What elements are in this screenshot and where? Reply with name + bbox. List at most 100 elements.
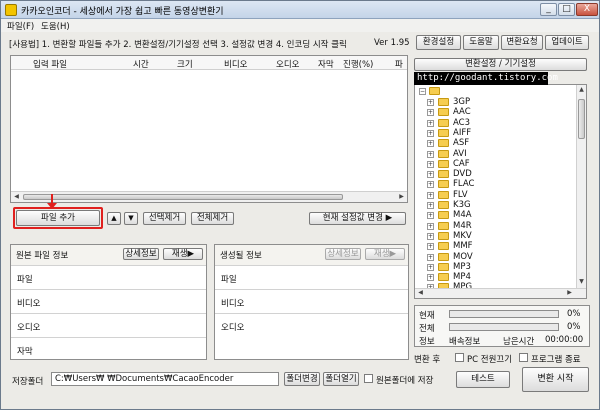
expand-icon[interactable]: + [427,181,434,189]
scroll-down-icon[interactable]: ▼ [577,278,586,286]
source-info-panel: 원본 파일 정보 상세정보 재생▶ 파일 비디오 오디오 자막 [10,244,207,360]
move-down-button[interactable]: ▼ [124,212,138,225]
maximize-button[interactable]: □ [558,3,575,16]
vscroll-thumb[interactable] [578,99,585,139]
folder-icon [438,139,449,148]
column-progress[interactable]: 진행(%) [343,58,373,70]
column-truncated[interactable]: 파 [395,58,403,70]
output-detail-button[interactable]: 상세정보 [325,248,361,260]
format-item-label: MOV [453,251,473,262]
current-progress-bar [449,310,559,318]
scroll-up-icon[interactable]: ▲ [577,86,586,94]
expand-icon[interactable]: + [427,212,434,220]
source-play-button[interactable]: 재생▶ [163,248,203,260]
convert-settings-tab[interactable]: 변환설정 / 기기설정 [414,58,587,71]
file-table-header: 입력 파일 시간 크기 비디오 오디오 자막 진행(%) 파 [11,56,407,70]
format-item-label: M4R [453,220,472,231]
folder-icon [438,201,449,209]
expand-icon[interactable]: + [427,109,434,117]
remove-all-button[interactable]: 전체제거 [191,212,234,225]
expand-icon[interactable]: + [427,243,434,251]
expand-icon[interactable]: + [427,202,434,209]
expand-icon[interactable]: + [427,171,434,179]
expand-icon[interactable]: + [427,253,434,261]
usage-steps-text: [사용법] 1. 변환할 파일들 추가 2. 변환설정/기기설정 선택 3. 설… [9,40,347,50]
column-input-file[interactable]: 입력 파일 [33,58,67,70]
add-file-button[interactable]: 파일 추가 [16,210,100,226]
format-item-label: AVI [453,148,467,159]
minimize-button[interactable]: _ [540,3,557,16]
remove-selected-button[interactable]: 선택제거 [143,212,186,225]
folder-icon [438,98,449,106]
expand-icon[interactable]: + [427,119,434,127]
expand-icon[interactable]: + [427,129,434,137]
format-tree-vscrollbar[interactable]: ▲ ▼ [576,85,586,298]
remaining-time-label: 남은시간 [503,337,535,347]
format-tree[interactable]: − +3GP + AAC + AC3 + AIFF + ASF + AVI + CAF + DVD + FLAC +… [414,84,587,299]
format-item-label: AIFF [453,127,472,138]
expand-icon[interactable]: + [427,160,434,168]
column-time[interactable]: 시간 [133,58,149,70]
folder-icon [438,190,449,199]
menu-help[interactable]: 도움(H) [41,20,70,32]
test-button[interactable]: 테스트 [456,371,510,388]
expand-icon[interactable]: + [427,99,434,106]
source-subtitle-row: 자막 [11,337,206,359]
expand-icon[interactable]: + [427,232,434,240]
column-size[interactable]: 크기 [177,58,193,70]
save-folder-path-input[interactable]: C:₩Users₩ ₩Documents₩CacaoEncoder [51,372,279,386]
file-list-table[interactable]: 입력 파일 시간 크기 비디오 오디오 자막 진행(%) 파 ◀ ▶ [10,55,408,203]
current-progress-value: 0% [567,309,581,319]
output-info-title: 생성될 정보 [220,251,262,261]
app-icon [5,4,17,16]
folder-icon [438,273,449,282]
scroll-right-icon[interactable]: ▶ [397,193,406,201]
menu-file[interactable]: 파일(F) [7,20,34,32]
pc-off-checkbox[interactable] [455,353,464,362]
tree-scroll-right-icon[interactable]: ▶ [565,289,574,297]
collapse-icon[interactable]: − [419,88,426,95]
expand-icon[interactable]: + [427,191,434,199]
expand-icon[interactable]: + [427,150,434,158]
same-folder-checkbox[interactable] [364,374,373,383]
source-detail-button[interactable]: 상세정보 [123,248,159,260]
tree-root-item[interactable]: − [415,86,575,97]
close-button[interactable]: X [576,3,598,16]
output-info-panel: 생성될 정보 상세정보 재생▶ 파일 비디오 오디오 [214,244,409,360]
scroll-left-icon[interactable]: ◀ [12,193,21,201]
settings-button[interactable]: 환경설정 [416,35,461,50]
start-convert-button[interactable]: 변환 시작 [522,367,589,392]
program-exit-checkbox[interactable] [519,353,528,362]
format-item-label: MKV [453,230,472,241]
expand-icon[interactable]: + [427,222,434,230]
column-audio[interactable]: 오디오 [276,58,299,70]
file-table-hscrollbar[interactable]: ◀ ▶ [11,191,407,202]
window-title: 카카오인코더 - 세상에서 가장 쉽고 빠른 동영상변환기 [21,7,224,17]
open-folder-button[interactable]: 폴더열기 [323,372,359,386]
hscroll-thumb[interactable] [23,194,343,200]
convert-request-button[interactable]: 변환요청 [501,35,543,50]
column-subtitle[interactable]: 자막 [318,58,334,70]
source-info-title: 원본 파일 정보 [16,251,69,261]
source-video-row: 비디오 [11,289,206,313]
change-current-settings-button[interactable]: 현재 설정값 변경 ▶ [309,212,406,225]
menu-bar: 파일(F) 도움(H) [1,19,599,32]
format-item-label: 3GP [453,97,471,107]
format-item-label: K3G [453,200,471,210]
update-button[interactable]: 업데이트 [545,35,589,50]
change-folder-button[interactable]: 폴더변경 [284,372,320,386]
total-progress-bar [449,323,559,331]
folder-icon [438,170,449,179]
folder-icon [438,128,449,137]
column-video[interactable]: 비디오 [224,58,247,70]
folder-icon [438,231,449,240]
tree-scroll-left-icon[interactable]: ◀ [416,289,425,297]
expand-icon[interactable]: + [427,263,434,271]
expand-icon[interactable]: + [427,274,434,282]
output-play-button[interactable]: 재생▶ [365,248,405,260]
move-up-button[interactable]: ▲ [107,212,121,225]
output-video-row: 비디오 [215,289,408,313]
help-button[interactable]: 도움말 [463,35,499,50]
expand-icon[interactable]: + [427,140,434,148]
format-tree-hscrollbar[interactable]: ◀ ▶ [415,288,586,298]
